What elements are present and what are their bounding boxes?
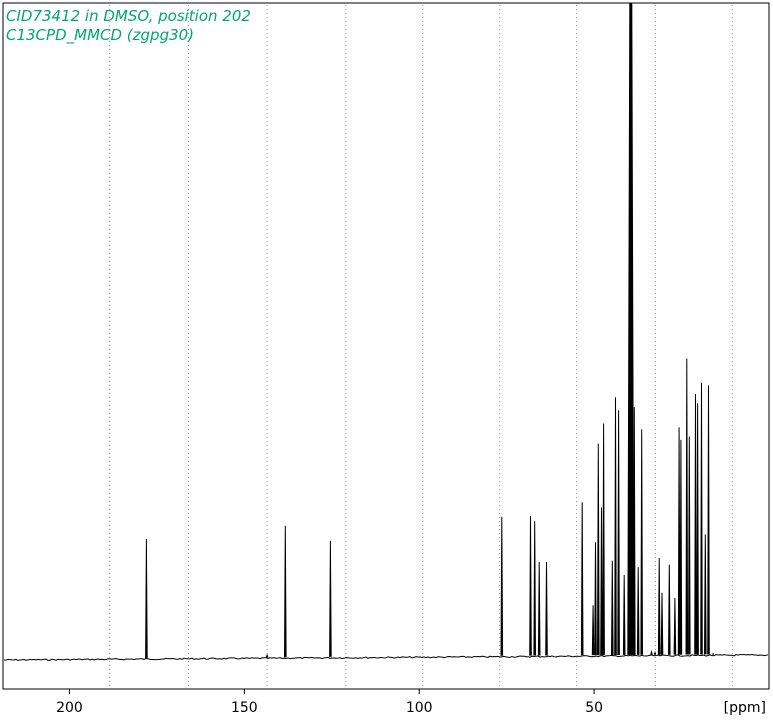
peak <box>707 385 710 655</box>
peak <box>673 597 677 655</box>
peak <box>640 429 643 655</box>
peak <box>627 2 635 655</box>
peak <box>600 507 603 656</box>
peak <box>545 561 548 656</box>
peak <box>696 403 699 655</box>
peak <box>636 567 640 655</box>
peak <box>650 649 653 655</box>
peak <box>622 574 626 655</box>
peak <box>704 534 707 655</box>
peak <box>537 561 541 656</box>
peak <box>617 410 620 656</box>
peak <box>284 525 287 658</box>
plot-frame <box>2 2 770 690</box>
peak <box>688 436 691 655</box>
peak <box>597 443 600 656</box>
x-axis-unit-label: [ppm] <box>724 700 766 716</box>
peak <box>657 557 661 655</box>
peak <box>265 653 269 658</box>
peak <box>679 439 683 655</box>
peak <box>580 502 584 656</box>
x-tick-label: 200 <box>56 700 83 716</box>
peak <box>614 397 617 656</box>
x-tick-label: 150 <box>231 700 258 716</box>
peak <box>602 423 605 656</box>
peak <box>329 540 332 657</box>
peak <box>533 521 536 656</box>
peak <box>633 407 636 655</box>
peak <box>653 650 657 655</box>
peak <box>685 358 689 655</box>
chart-title: CID73412 in DMSO, position 202 <box>6 7 251 25</box>
peak <box>594 542 597 656</box>
chart-subtitle: C13CPD_MMCD (zgpg30) <box>6 26 194 45</box>
peak <box>677 427 681 655</box>
peak <box>711 653 715 655</box>
x-axis: 200 150 100 50 <box>56 689 603 716</box>
nmr-spectrum-chart: 200 150 100 50 CID73412 in DMSO, position 2… <box>2 2 770 716</box>
peak <box>591 605 595 656</box>
peak <box>145 538 148 659</box>
peak <box>694 393 697 655</box>
peak <box>668 564 671 655</box>
peak <box>500 516 504 656</box>
x-tick-label: 50 <box>585 700 603 716</box>
peak <box>700 382 703 655</box>
x-tick-label: 100 <box>406 700 433 716</box>
peak <box>529 515 532 656</box>
peak <box>611 560 614 656</box>
peak <box>660 592 664 655</box>
